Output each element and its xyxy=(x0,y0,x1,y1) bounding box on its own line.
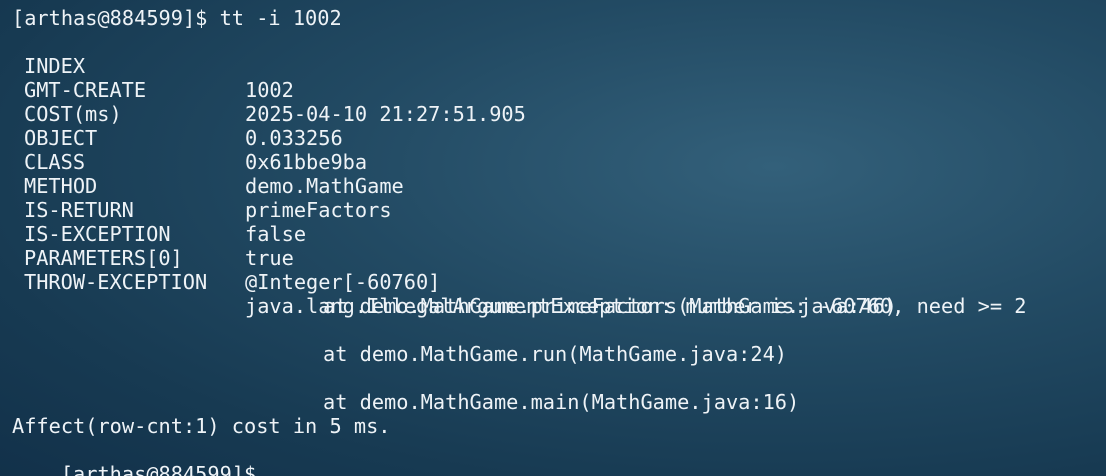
stack-frame: at demo.MathGame.run(MathGame.java:24) xyxy=(323,342,787,366)
command-line: [arthas@884599]$ tt -i 1002 xyxy=(12,6,342,30)
row-throw-exception: THROW-EXCEPTION java.lang.IllegalArgumen… xyxy=(12,246,1102,318)
stack-trace-line: at demo.MathGame.run(MathGame.java:24) xyxy=(12,318,1102,366)
terminal-window[interactable]: [arthas@884599]$ tt -i 1002 INDEX 1002 G… xyxy=(12,6,1102,476)
row-gmt-create: GMT-CREATE 2025-04-10 21:27:51.905 xyxy=(12,54,1102,126)
row-parameters: PARAMETERS[0] @Integer[-60760] xyxy=(12,222,1102,294)
shell-prompt: [arthas@884599]$ xyxy=(60,462,257,476)
stack-frame: at demo.MathGame.main(MathGame.java:16) xyxy=(323,390,800,414)
stack-frame: at demo.MathGame.primeFactors(MathGame.j… xyxy=(323,294,897,318)
affect-summary: Affect(row-cnt:1) cost in 5 ms. xyxy=(12,414,391,438)
row-is-exception: IS-EXCEPTION true xyxy=(12,198,1102,270)
row-cost: COST(ms) 0.033256 xyxy=(12,78,1102,150)
row-index: INDEX 1002 xyxy=(12,30,1102,102)
row-object: OBJECT 0x61bbe9ba xyxy=(12,102,1102,174)
stack-trace-line: at demo.MathGame.primeFactors(MathGame.j… xyxy=(12,270,1102,318)
row-is-return: IS-RETURN false xyxy=(12,174,1102,246)
row-class: CLASS demo.MathGame xyxy=(12,126,1102,198)
row-method: METHOD primeFactors xyxy=(12,150,1102,222)
stack-trace-line: at demo.MathGame.main(MathGame.java:16) xyxy=(12,366,1102,414)
prompt-line[interactable]: [arthas@884599]$ xyxy=(12,438,257,476)
